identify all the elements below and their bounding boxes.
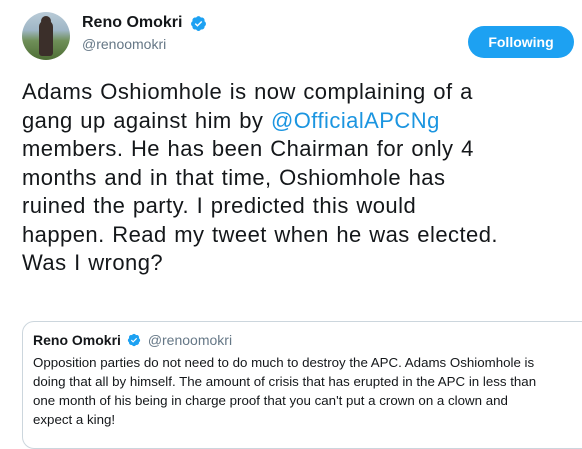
tweet-line: months and in that time, Oshiomhole has — [22, 164, 446, 190]
author-name-block[interactable]: Reno Omokri @renoomokri — [82, 14, 207, 52]
quoted-tweet-header: Reno Omokri @renoomokri — [33, 331, 582, 349]
author-handle[interactable]: @renoomokri — [82, 36, 207, 52]
quoted-tweet-line: one month of his being in charge proof t… — [33, 393, 508, 408]
following-button[interactable]: Following — [468, 26, 574, 58]
tweet-body: Adams Oshiomhole is now complaining of a… — [22, 78, 577, 278]
mention-link[interactable]: @OfficialAPCNg — [271, 108, 440, 133]
quoted-tweet-line: expect a king! — [33, 412, 116, 427]
verified-badge-icon — [190, 15, 206, 31]
tweet-line: members. He has been Chairman for only 4 — [22, 136, 474, 161]
tweet-line: Was I wrong? — [22, 250, 164, 275]
verified-badge-icon — [128, 333, 141, 346]
quoted-tweet-line: doing that all by himself. The amount of… — [33, 374, 537, 389]
quoted-tweet-body: Opposition parties do not need to do muc… — [33, 353, 581, 429]
tweet-header: Reno Omokri @renoomokri Following — [22, 12, 582, 68]
quoted-author-handle: @renoomokri — [147, 331, 233, 348]
author-display-name[interactable]: Reno Omokri — [82, 14, 182, 32]
quoted-tweet-card[interactable]: Reno Omokri @renoomokri Opposition parti… — [22, 321, 582, 449]
author-avatar[interactable] — [22, 12, 70, 60]
tweet-line: gang up against him by @OfficialAPCNg — [22, 107, 440, 133]
avatar-body-shape — [39, 20, 53, 56]
tweet-line: happen. Read my tweet when he was electe… — [22, 221, 498, 247]
tweet-line: Adams Oshiomhole is now complaining of a — [22, 79, 473, 104]
quoted-tweet-line: Opposition parties do not need to do muc… — [33, 355, 535, 370]
tweet-line: ruined the party. I predicted this would — [22, 193, 417, 218]
quoted-author-name: Reno Omokri — [33, 331, 121, 348]
